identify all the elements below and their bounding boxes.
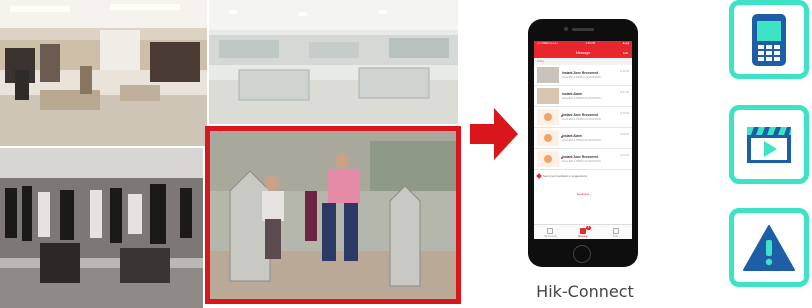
video-playback-icon-box bbox=[729, 105, 809, 184]
message-time: 11:48:28 bbox=[619, 70, 629, 73]
edit-button[interactable]: Edit bbox=[623, 51, 628, 55]
front-camera bbox=[564, 27, 568, 31]
tab-label: Message bbox=[578, 235, 588, 238]
mobile-phone-icon-box bbox=[729, 0, 809, 79]
unread-dot bbox=[561, 136, 563, 138]
message-subtitle: Zone-EW-1-PRSU1U-HIKVISION bbox=[562, 97, 601, 100]
speaker-grille bbox=[572, 28, 594, 31]
warning-icon-box bbox=[729, 208, 809, 287]
app-navbar: Message Edit bbox=[534, 47, 632, 58]
mobile-phone-icon bbox=[752, 13, 786, 66]
alarm-thumbnail-icon bbox=[537, 151, 559, 167]
video-playback-icon bbox=[747, 126, 791, 163]
message-time: 11:46:06 bbox=[619, 112, 629, 115]
feedback-button-label: Feedback bbox=[576, 192, 590, 196]
message-icon bbox=[580, 228, 586, 234]
feedback-prompt[interactable]: Send your feedback or suggestions bbox=[534, 170, 632, 182]
app-caption: Hik-Connect bbox=[536, 282, 634, 301]
message-time: 11:44:00 bbox=[619, 154, 629, 157]
message-item[interactable]: Instant Zone Recovered Zone-EW-1-PRSU1U-… bbox=[534, 65, 632, 86]
home-button bbox=[573, 245, 591, 263]
feedback-prompt-text: Send your feedback or suggestions bbox=[543, 174, 587, 178]
home-icon bbox=[547, 228, 554, 234]
message-item[interactable]: Instant Alarm Zone-EW-1-PRSU1U-HIKVISION… bbox=[534, 86, 632, 107]
alarm-thumbnail-icon bbox=[537, 130, 559, 146]
message-item[interactable]: Instant Zone Recovered Zone-EW-1-PRSU1U-… bbox=[534, 107, 632, 128]
message-subtitle: Zone-EW-1-PRSU1U-HIKVISION bbox=[562, 139, 601, 142]
message-subtitle: Zone-EW-1-PRSU1U-HIKVISION bbox=[562, 160, 601, 163]
unread-dot bbox=[561, 115, 563, 117]
tab-hik-connect[interactable]: Hik-Connect bbox=[534, 225, 567, 239]
message-subtitle: Zone-EW-1-PRSU1U-HIKVISION bbox=[562, 76, 601, 79]
unread-dot bbox=[561, 157, 563, 159]
tab-more[interactable]: More bbox=[599, 225, 632, 239]
feedback-button[interactable]: Feedback bbox=[534, 192, 632, 196]
app-screen: •••• VIDEO LL LL • 4:45 PM ◆ ▮ ▮ Message… bbox=[534, 41, 632, 239]
message-thumbnail bbox=[537, 67, 559, 83]
tab-message[interactable]: 9 Message bbox=[567, 225, 600, 239]
store-photo-boutique bbox=[0, 0, 207, 146]
smartphone: •••• VIDEO LL LL • 4:45 PM ◆ ▮ ▮ Message… bbox=[528, 19, 638, 267]
tab-bar: Hik-Connect 9 Message More bbox=[534, 224, 632, 239]
store-photo-clothing bbox=[0, 148, 203, 308]
app-title: Message bbox=[575, 50, 591, 55]
store-photo-showroom bbox=[209, 0, 458, 124]
message-subtitle: Zone-EW-1-PRSU1U-HIKVISION bbox=[562, 118, 601, 121]
arrow-right-icon bbox=[470, 108, 518, 160]
message-item[interactable]: Instant Alarm Zone-EW-1-PRSU1U-HIKVISION… bbox=[534, 128, 632, 149]
warning-icon bbox=[743, 224, 795, 271]
message-time: 11:45:00 bbox=[619, 133, 629, 136]
tab-label: More bbox=[612, 235, 619, 238]
alarm-thumbnail-icon bbox=[537, 109, 559, 125]
store-photo-highlighted-eas bbox=[205, 126, 461, 304]
message-item[interactable]: Instant Zone Recovered Zone-EW-1-PRSU1U-… bbox=[534, 149, 632, 170]
message-thumbnail bbox=[537, 88, 559, 104]
message-time: 11:47:00 bbox=[619, 91, 629, 94]
more-icon bbox=[612, 228, 619, 234]
section-label: Today bbox=[534, 58, 632, 65]
tab-label: Hik-Connect bbox=[543, 235, 557, 238]
unread-badge: 9 bbox=[586, 226, 591, 230]
feedback-icon bbox=[536, 173, 542, 179]
